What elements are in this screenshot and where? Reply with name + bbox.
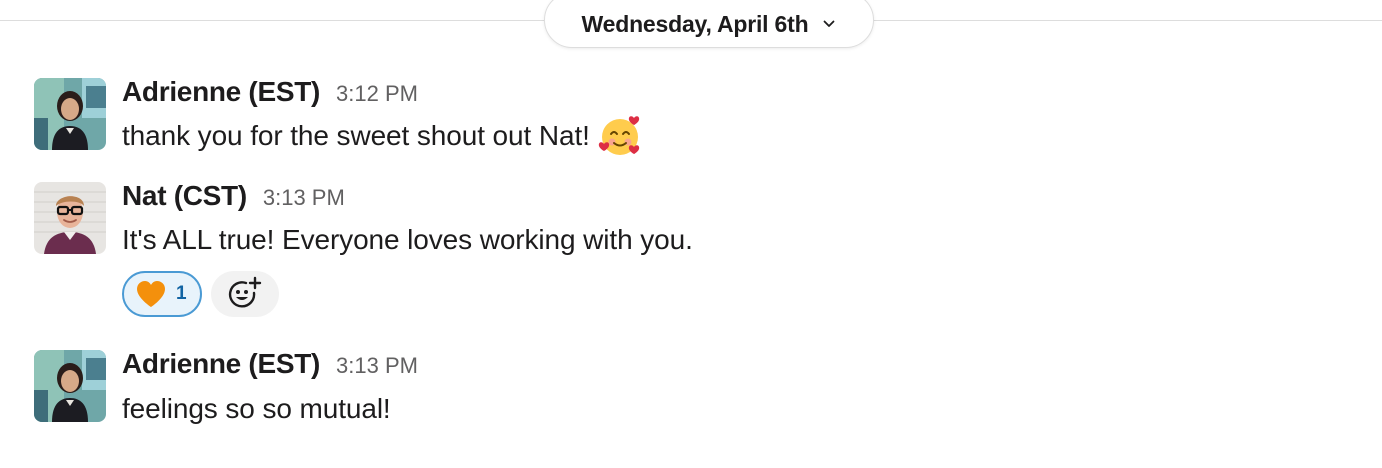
avatar[interactable] — [34, 350, 106, 422]
add-reaction-button[interactable] — [211, 271, 279, 317]
avatar[interactable] — [34, 182, 106, 254]
message-text: It's ALL true! Everyone loves working wi… — [122, 224, 693, 255]
sender-name[interactable]: Adrienne (EST) — [122, 76, 320, 108]
date-label: Wednesday, April 6th — [581, 10, 809, 37]
timestamp[interactable]: 3:13 PM — [336, 353, 418, 379]
add-reaction-icon — [227, 276, 263, 312]
smiling-face-with-hearts-icon — [598, 114, 642, 158]
reaction-orange-heart[interactable]: 1 — [122, 271, 202, 317]
date-divider-button[interactable]: Wednesday, April 6th — [544, 0, 874, 48]
reaction-count: 1 — [176, 283, 187, 304]
sender-name[interactable]: Adrienne (EST) — [122, 348, 320, 380]
orange-heart-icon — [136, 280, 166, 308]
message-text: thank you for the sweet shout out Nat! — [122, 120, 590, 151]
avatar[interactable] — [34, 78, 106, 150]
sender-name[interactable]: Nat (CST) — [122, 180, 247, 212]
timestamp[interactable]: 3:13 PM — [263, 185, 345, 211]
message-text: feelings so so mutual! — [122, 393, 391, 424]
timestamp[interactable]: 3:12 PM — [336, 81, 418, 107]
chevron-down-icon — [822, 17, 836, 31]
